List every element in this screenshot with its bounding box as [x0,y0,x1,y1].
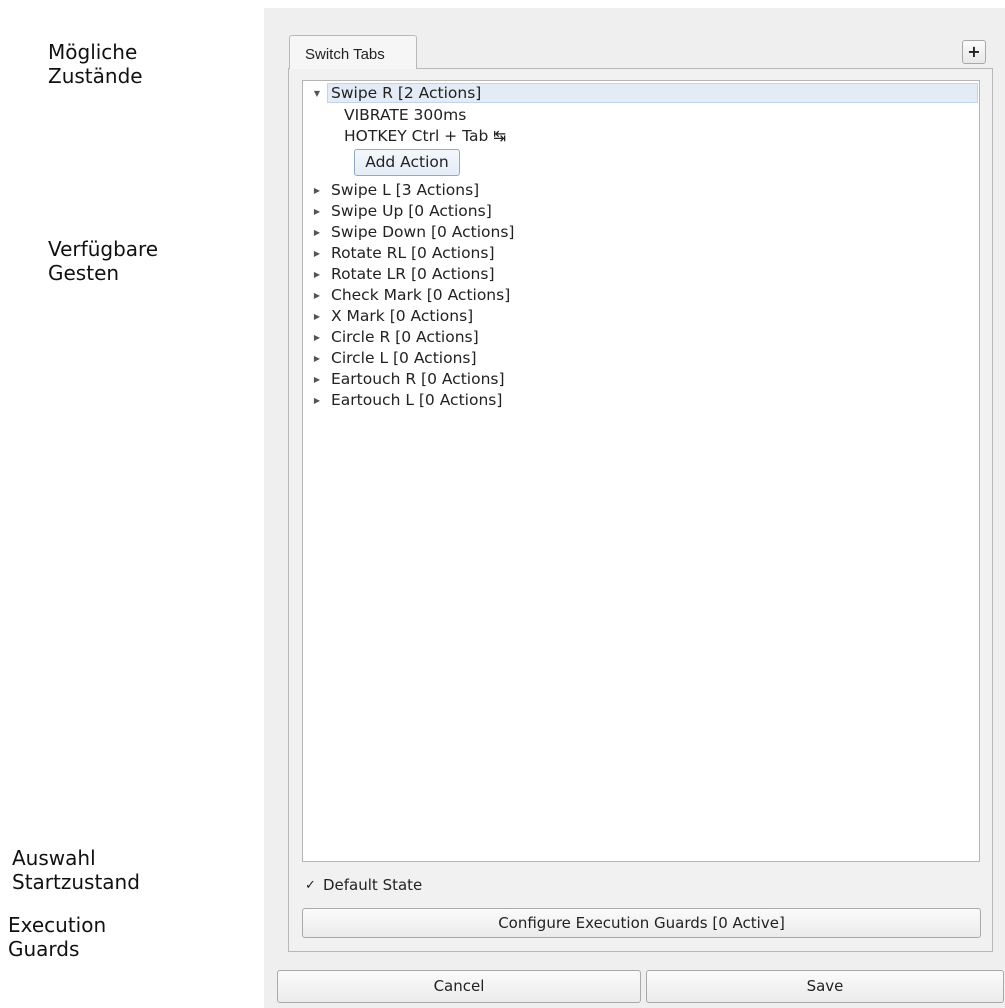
tree-item[interactable]: ▶ Swipe L [3 Actions] [303,180,479,201]
tree-item[interactable]: ▶ Swipe Up [0 Actions] [303,201,492,222]
triangle-right-icon[interactable]: ▶ [309,180,325,201]
tree-item[interactable]: ▶ Swipe Down [0 Actions] [303,222,515,243]
tree-item[interactable]: ▶ Eartouch R [0 Actions] [303,369,505,390]
tree-item[interactable]: ▶ Check Mark [0 Actions] [303,285,510,306]
annotation-start-state: Auswahl Startzustand [12,846,140,894]
default-state-checkbox-row[interactable]: ✓ Default State [305,875,422,895]
triangle-right-icon[interactable]: ▶ [309,348,325,369]
annotation-execution-guards: Execution Guards [8,913,107,961]
triangle-right-icon[interactable]: ▶ [309,369,325,390]
tree-item[interactable]: ▶ Circle R [0 Actions] [303,327,479,348]
triangle-right-icon[interactable]: ▶ [309,222,325,243]
default-state-checkbox[interactable]: ✓ [305,879,316,892]
annotation-gestures: Verfügbare Gesten [48,237,159,285]
triangle-right-icon[interactable]: ▶ [309,201,325,222]
triangle-right-icon[interactable]: ▶ [309,306,325,327]
configure-execution-guards-button[interactable]: Configure Execution Guards [0 Active] [302,908,981,938]
triangle-right-icon[interactable]: ▶ [309,390,325,411]
triangle-down-icon[interactable]: ▼ [309,83,325,104]
tree-item[interactable]: ▶ Circle L [0 Actions] [303,348,477,369]
annotation-states: Mögliche Zustände [48,40,143,88]
tab-switch-tabs[interactable]: Switch Tabs [289,35,417,69]
add-tab-button[interactable]: + [962,40,986,64]
add-action-button[interactable]: Add Action [354,149,460,176]
action-item[interactable]: HOTKEY Ctrl + Tab ↹ [344,126,506,146]
triangle-right-icon[interactable]: ▶ [309,264,325,285]
save-button[interactable]: Save [646,970,1004,1003]
tree-item[interactable]: ▶ X Mark [0 Actions] [303,306,473,327]
triangle-right-icon[interactable]: ▶ [309,285,325,306]
tree-item[interactable]: ▶ Rotate LR [0 Actions] [303,264,495,285]
action-item[interactable]: VIBRATE 300ms [344,105,466,125]
default-state-label: Default State [323,876,423,894]
gesture-tree[interactable]: ▼ Swipe R [2 Actions] VIBRATE 300ms HOTKE… [302,80,980,862]
cancel-button[interactable]: Cancel [277,970,641,1003]
triangle-right-icon[interactable]: ▶ [309,243,325,264]
triangle-right-icon[interactable]: ▶ [309,327,325,348]
tree-item[interactable]: ▶ Rotate RL [0 Actions] [303,243,495,264]
tree-item[interactable]: ▶ Eartouch L [0 Actions] [303,390,502,411]
tree-item-expanded[interactable]: ▼ Swipe R [2 Actions] [303,83,481,104]
